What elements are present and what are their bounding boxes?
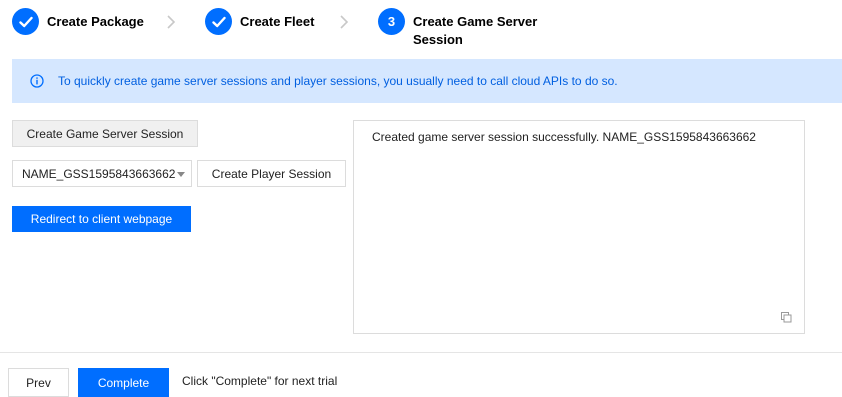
output-text: Created game server session successfully… [372, 130, 756, 144]
info-icon [30, 74, 44, 88]
complete-button[interactable]: Complete [78, 368, 169, 397]
caret-down-icon [177, 172, 185, 177]
copy-icon[interactable] [781, 312, 792, 323]
chevron-right-icon [167, 15, 176, 29]
session-select[interactable]: NAME_GSS1595843663662 [12, 160, 192, 187]
prev-button[interactable]: Prev [8, 368, 69, 397]
step-indicator: Create Package Create Fleet 3 Create Gam… [12, 8, 612, 50]
step-create-fleet: Create Fleet [205, 8, 314, 35]
create-player-session-button[interactable]: Create Player Session [197, 160, 346, 187]
info-text: To quickly create game server sessions a… [58, 74, 618, 88]
step-create-package: Create Package [12, 8, 144, 35]
output-panel[interactable]: Created game server session successfully… [353, 120, 805, 334]
footer-hint: Click "Complete" for next trial [182, 374, 338, 388]
create-game-server-session-button[interactable]: Create Game Server Session [12, 120, 198, 147]
redirect-to-client-webpage-button[interactable]: Redirect to client webpage [12, 206, 191, 232]
step-create-game-server-session: 3 Create Game Server Session [378, 8, 543, 49]
info-banner: To quickly create game server sessions a… [12, 59, 842, 103]
footer-divider [0, 352, 842, 353]
step-label: Create Game Server Session [413, 14, 538, 47]
chevron-right-icon [340, 15, 349, 29]
check-icon [205, 8, 232, 35]
step-label: Create Package [47, 14, 144, 29]
session-select-value: NAME_GSS1595843663662 [22, 166, 176, 181]
step-number-badge: 3 [378, 8, 405, 35]
step-label: Create Fleet [240, 14, 315, 29]
check-icon [12, 8, 39, 35]
